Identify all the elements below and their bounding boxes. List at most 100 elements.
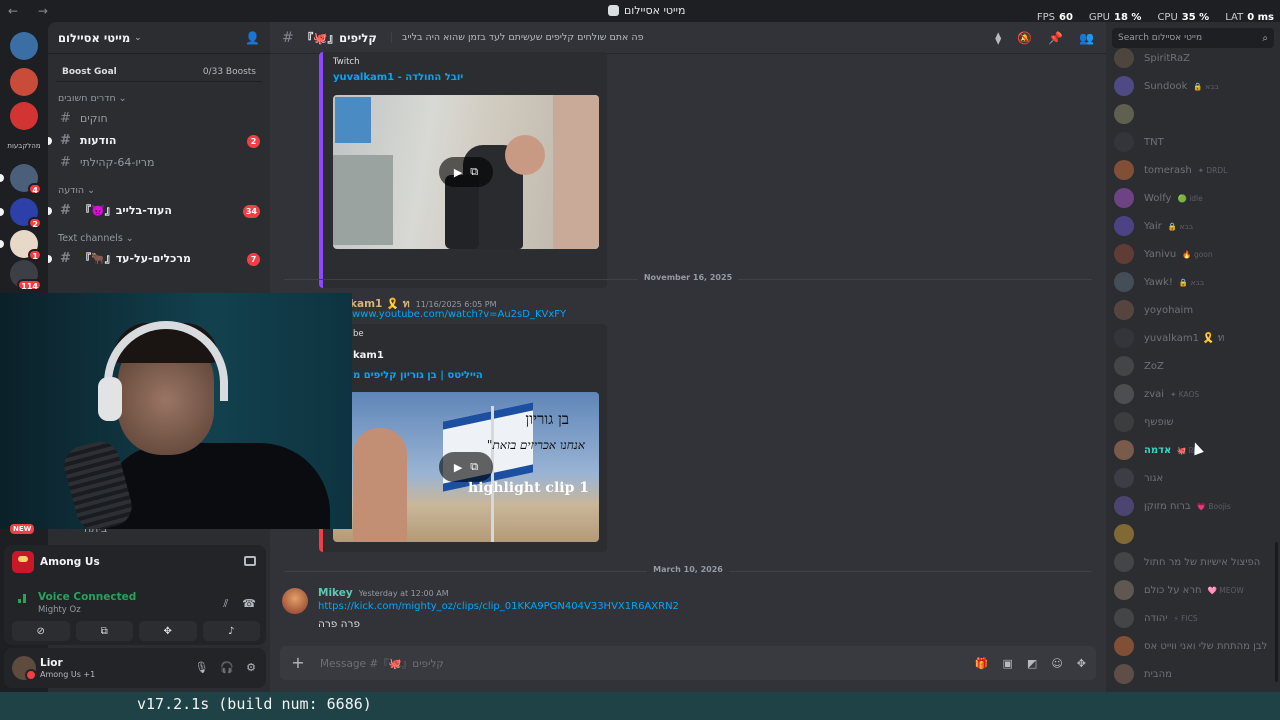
embed-provider: Twitch xyxy=(333,57,360,67)
avatar xyxy=(1114,48,1134,68)
game-activity[interactable]: Among Us xyxy=(12,551,100,573)
channel-category[interactable]: חדרים חשובים ⌄ xyxy=(48,90,270,108)
member-name: Yawk! xyxy=(1144,276,1173,288)
avatar xyxy=(1114,524,1134,544)
search-input[interactable]: Search מייטי אסיילום ⌕ xyxy=(1112,28,1274,48)
gear-icon[interactable]: ⚙ xyxy=(246,661,256,674)
nav-arrows[interactable]: ← → xyxy=(8,4,56,18)
microphone-icon[interactable]: 🎙 xyxy=(194,661,208,674)
server-icon[interactable] xyxy=(10,68,38,96)
member-item[interactable]: מהבית xyxy=(1114,662,1274,686)
camera-off-button[interactable]: ⊘ xyxy=(12,621,70,641)
pin-icon[interactable]: 📌 xyxy=(1048,31,1063,45)
chevron-down-icon: ⌄ xyxy=(134,32,142,43)
server-icon[interactable]: 4 xyxy=(0,164,42,195)
member-item[interactable]: שופשף xyxy=(1114,410,1274,434)
scrollbar[interactable] xyxy=(1275,542,1278,682)
invite-icon[interactable]: 👤 xyxy=(245,31,260,45)
voice-status[interactable]: Voice Connected Mighty Oz xyxy=(18,591,136,615)
apps-icon[interactable]: ✥ xyxy=(1077,657,1086,670)
channel-item[interactable]: # מריו-64-קהילתי xyxy=(48,152,270,174)
play-button[interactable]: ▶ ⧉ xyxy=(439,452,493,482)
embed-title[interactable]: yuvalkam1 - יובל החולדה xyxy=(333,72,463,83)
channel-item[interactable]: # 『👿』העוד-בלייב 34 xyxy=(48,200,270,222)
add-attachment-icon[interactable]: + xyxy=(290,655,306,671)
member-item[interactable]: Yawk! 🔒 בבא xyxy=(1114,270,1274,294)
member-item[interactable] xyxy=(1114,522,1274,546)
server-text-label[interactable]: מהלקבעות xyxy=(4,142,44,150)
video-thumbnail[interactable]: ▶ ⧉ xyxy=(333,95,599,249)
member-item[interactable]: Yair 🔒 בבא xyxy=(1114,214,1274,238)
member-status: 🔒 בבא xyxy=(1167,221,1194,231)
sticker-icon[interactable]: ◩ xyxy=(1027,657,1037,670)
member-item[interactable] xyxy=(1114,102,1274,126)
member-item[interactable]: ZoZ xyxy=(1114,354,1274,378)
server-icon[interactable] xyxy=(10,102,38,130)
channel-list: חדרים חשובים ⌄ # חוקים # הודעות 2 # מריו-64-קהי… xyxy=(48,90,270,535)
server-name: מייטי אסיילום xyxy=(58,30,131,45)
boost-goal[interactable]: Boost Goal 0/33 Boosts xyxy=(56,62,262,82)
message-composer[interactable]: + Message #『🐙』קליפים 🎁 ▣ ◩ ☺ ✥ xyxy=(280,646,1096,680)
channel-item[interactable]: # 『🐂』מרכלים-על-עד 7 xyxy=(48,248,270,270)
date-divider-label: November 16, 2025 xyxy=(637,273,739,282)
channel-category[interactable]: הודעה ⌄ xyxy=(48,182,270,200)
server-icon[interactable]: 2 xyxy=(0,198,42,229)
member-item[interactable]: zvai ✦ KAOS xyxy=(1114,382,1274,406)
server-header[interactable]: מייטי אסיילום ⌄ 👤 xyxy=(48,22,270,54)
member-item[interactable]: yuvalkam1 🎗️ ท xyxy=(1114,326,1274,350)
threads-icon[interactable]: ⧫ xyxy=(995,31,1001,45)
share-screen-button[interactable]: ⧉ xyxy=(75,621,133,641)
gift-icon[interactable]: 🎁 xyxy=(975,657,989,670)
gif-icon[interactable]: ▣ xyxy=(1003,657,1013,670)
member-item[interactable]: SpiritRaZ xyxy=(1114,46,1274,70)
channel-item[interactable]: # הודעות 2 xyxy=(48,130,270,152)
activities-button[interactable]: ✥ xyxy=(139,621,197,641)
video-thumbnail[interactable]: בן גוריון "אנחנו אכריזים בזאת highlight … xyxy=(333,392,599,542)
headphones-icon[interactable]: 🎧 xyxy=(220,661,234,674)
member-item[interactable]: יהודה ⚡ FICS xyxy=(1114,606,1274,630)
person-standing xyxy=(553,95,599,249)
member-item[interactable]: tomerash ✦ DRDL xyxy=(1114,158,1274,182)
embed-title[interactable]: הייליטס | בן גוריון קליפים מ xyxy=(353,370,483,381)
channel-item[interactable]: # חוקים xyxy=(48,108,270,130)
member-item[interactable]: Sundook 🔒 בבא xyxy=(1114,74,1274,98)
member-item[interactable]: yoyohaim xyxy=(1114,298,1274,322)
member-item[interactable]: חרא על כולם 🩷 MEOW xyxy=(1114,578,1274,602)
channel-name: מריו-64-קהילתי xyxy=(80,156,155,169)
noise-suppression-icon[interactable]: ⫽ xyxy=(223,597,228,611)
soundboard-button[interactable]: ♪ xyxy=(202,621,260,641)
message-link[interactable]: https://kick.com/mighty_oz/clips/clip_01… xyxy=(318,601,679,612)
among-us-icon xyxy=(12,551,34,573)
channel-category[interactable]: Text channels ⌄ xyxy=(48,230,270,248)
member-item[interactable]: הפיצול אישיות של מר חתול xyxy=(1114,550,1274,574)
avatar xyxy=(1114,580,1134,600)
member-item[interactable]: לבן מהתחת שלי ואני ווייט אס xyxy=(1114,634,1274,658)
message-author[interactable]: Mikey Yesterday at 12:00 AM xyxy=(318,587,449,599)
server-icon[interactable] xyxy=(10,32,38,60)
avatar[interactable] xyxy=(282,588,308,614)
server-icon[interactable]: 1 xyxy=(0,230,42,261)
member-item[interactable]: ברוח מזוקן 💗 Boojis xyxy=(1114,494,1274,518)
window-title-text: מייטי אסיילום xyxy=(624,4,686,17)
member-item[interactable]: TNT xyxy=(1114,130,1274,154)
signal-icon xyxy=(18,591,30,603)
screen-share-icon[interactable] xyxy=(244,556,256,566)
voice-controls: ⫽ ☎ xyxy=(223,597,256,611)
avatar[interactable] xyxy=(12,656,37,681)
channel-topic[interactable]: פה אתם שולחים קליפים שעשיתם לעד בזמן שהו… xyxy=(390,32,644,43)
embed-author: kam1 xyxy=(353,350,384,361)
title-bar: ← → מייטי אסיילום FPS 60 GPU 18 % CPU 35 % LAT… xyxy=(0,0,1280,23)
member-item[interactable]: Yanivu 🔥 goon xyxy=(1114,242,1274,266)
disconnect-icon[interactable]: ☎ xyxy=(242,597,256,611)
members-icon[interactable]: 👥 xyxy=(1079,31,1094,45)
mute-icon[interactable]: 🔕 xyxy=(1017,31,1032,45)
emoji-icon[interactable]: ☺ xyxy=(1051,657,1062,670)
member-item[interactable]: Wolfy 🟢 idle xyxy=(1114,186,1274,210)
server-icon[interactable]: 114 xyxy=(10,260,42,291)
play-button[interactable]: ▶ ⧉ xyxy=(439,157,493,187)
hash-icon: # xyxy=(60,251,71,266)
headphone-cup xyxy=(98,377,122,421)
member-item[interactable]: אגור xyxy=(1114,466,1274,490)
avatar xyxy=(1114,76,1134,96)
message-link[interactable]: www.youtube.com/watch?v=Au2sD_KVxFY xyxy=(352,309,566,320)
